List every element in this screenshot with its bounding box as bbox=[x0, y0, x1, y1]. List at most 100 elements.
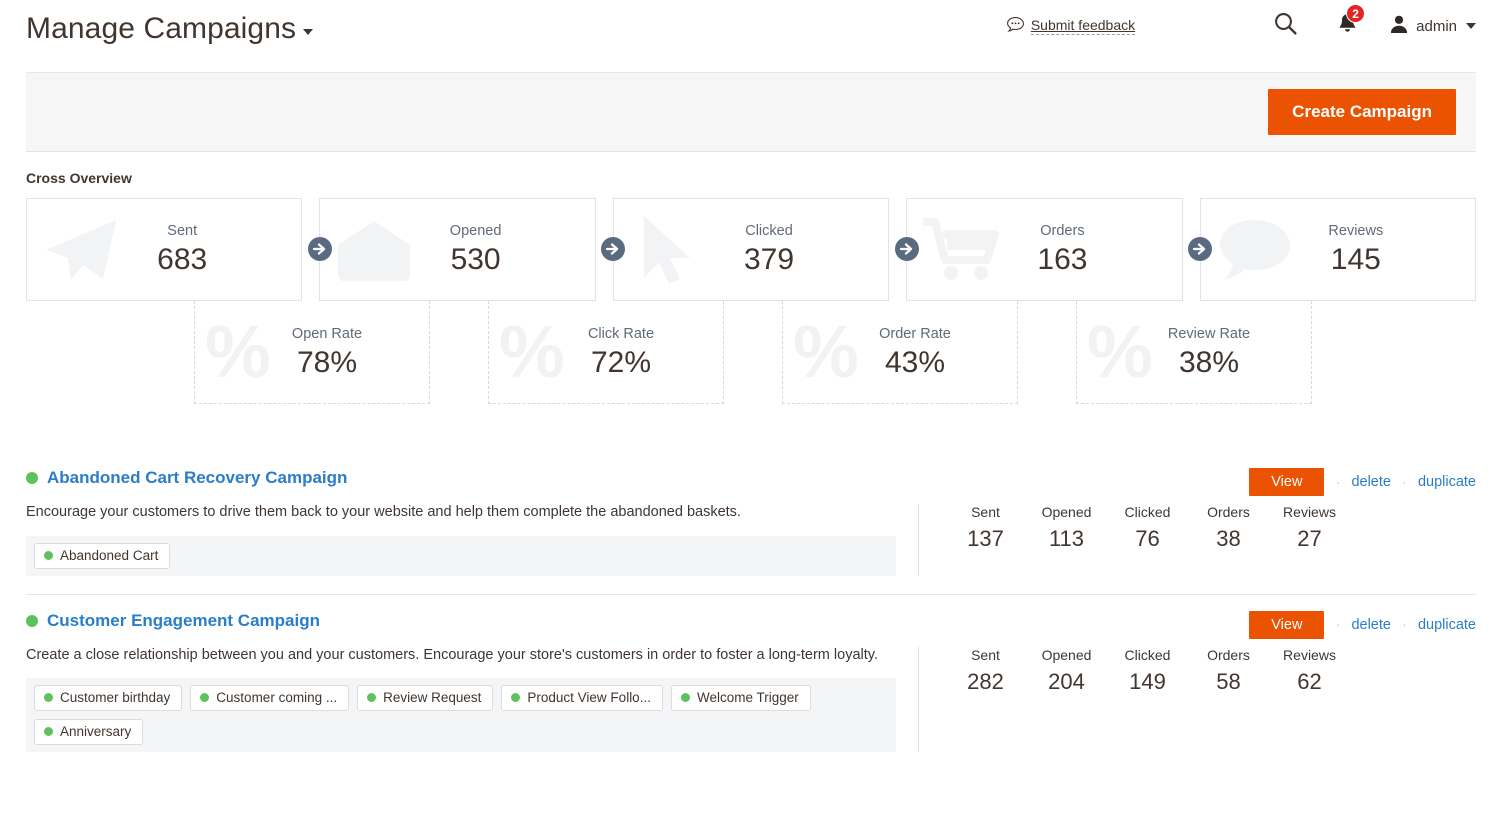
create-campaign-button[interactable]: Create Campaign bbox=[1268, 89, 1456, 135]
campaign-list: Abandoned Cart Recovery Campaign Encoura… bbox=[26, 468, 1476, 770]
event-chip[interactable]: Abandoned Cart bbox=[34, 542, 171, 569]
event-chip-label: Welcome Trigger bbox=[696, 690, 799, 706]
flow-arrow-icon bbox=[600, 236, 626, 262]
duplicate-link[interactable]: duplicate bbox=[1418, 617, 1476, 633]
metric-value: 137 bbox=[967, 526, 1004, 551]
campaign-events-strip: Abandoned Cart bbox=[26, 535, 896, 576]
rate-value: 78% bbox=[296, 345, 358, 379]
event-chip-label: Review Request bbox=[383, 690, 482, 706]
stat-card-reviews: Reviews 145 bbox=[1199, 198, 1477, 301]
stat-label: Clicked bbox=[745, 223, 793, 239]
stat-card-row: Sent 683 Opened 530 Clicked 379 Orders 1… bbox=[26, 198, 1477, 301]
campaign-row: Customer Engagement Campaign Create a cl… bbox=[26, 593, 1476, 771]
metric-value: 62 bbox=[1297, 668, 1322, 694]
notification-badge: 2 bbox=[1346, 4, 1366, 23]
flow-arrow-icon bbox=[307, 236, 333, 262]
metric-label: Clicked bbox=[1124, 504, 1171, 520]
event-chip-label: Abandoned Cart bbox=[60, 547, 159, 563]
event-chip-label: Customer coming ... bbox=[216, 690, 338, 706]
status-dot-icon bbox=[367, 693, 377, 703]
event-chip[interactable]: Product View Follo... bbox=[501, 685, 663, 712]
duplicate-link[interactable]: duplicate bbox=[1418, 474, 1476, 490]
metric-sent: Sent 137 bbox=[945, 504, 1026, 551]
view-button[interactable]: View bbox=[1249, 468, 1325, 496]
rate-value: 38% bbox=[1178, 345, 1240, 379]
metric-sent: Sent 282 bbox=[945, 647, 1026, 694]
rate-label: Click Rate bbox=[587, 325, 655, 342]
campaign-row-actions: View · delete · duplicate bbox=[1249, 610, 1476, 639]
page-actions-toolbar: Create Campaign bbox=[26, 72, 1476, 152]
campaign-metrics: Sent 282 Opened 204 Clicked 149 Orders 5… bbox=[945, 647, 1476, 694]
status-dot-icon bbox=[44, 693, 53, 703]
stat-value: 145 bbox=[1330, 243, 1381, 276]
rate-card-review-rate: % Review Rate 38% bbox=[1076, 301, 1312, 404]
stat-value: 379 bbox=[743, 243, 795, 276]
status-dot-icon bbox=[44, 550, 53, 560]
speech-bubble-icon bbox=[1006, 17, 1024, 35]
cross-overview-heading: Cross Overview bbox=[26, 170, 132, 186]
campaign-title-link[interactable]: Customer Engagement Campaign bbox=[47, 611, 320, 631]
action-separator: · bbox=[1335, 473, 1341, 491]
page-title: Manage Campaigns bbox=[26, 12, 297, 45]
event-chip[interactable]: Customer coming ... bbox=[190, 685, 350, 712]
page-title-group[interactable]: Manage Campaigns bbox=[26, 12, 314, 45]
submit-feedback-link[interactable]: Submit feedback bbox=[1006, 17, 1136, 35]
cross-overview-panel: Sent 683 Opened 530 Clicked 379 Orders 1… bbox=[26, 198, 1477, 408]
action-separator: · bbox=[1335, 616, 1341, 634]
user-icon bbox=[1389, 14, 1409, 38]
flow-arrow-icon bbox=[1187, 236, 1213, 262]
metric-value: 38 bbox=[1216, 526, 1241, 551]
event-chip[interactable]: Review Request bbox=[357, 685, 494, 712]
rate-card-open-rate: % Open Rate 78% bbox=[194, 301, 430, 404]
user-name-label: admin bbox=[1416, 17, 1457, 35]
status-dot-icon bbox=[511, 693, 521, 703]
campaign-events-strip: Customer birthday Customer coming ... Re… bbox=[26, 678, 896, 753]
metric-label: Opened bbox=[1041, 646, 1092, 663]
metric-reviews: Reviews 27 bbox=[1269, 504, 1350, 551]
status-dot-icon bbox=[44, 727, 53, 737]
envelope-icon bbox=[332, 214, 416, 286]
percent-icon: % bbox=[499, 310, 565, 393]
stat-label: Sent bbox=[167, 223, 198, 239]
rate-card-order-rate: % Order Rate 43% bbox=[782, 301, 1018, 404]
search-icon bbox=[1273, 11, 1298, 41]
stat-card-sent: Sent 683 bbox=[26, 198, 303, 301]
campaign-title-link[interactable]: Abandoned Cart Recovery Campaign bbox=[47, 468, 347, 488]
status-dot-icon bbox=[680, 693, 690, 703]
chevron-down-icon[interactable] bbox=[1466, 23, 1476, 29]
campaign-row: Abandoned Cart Recovery Campaign Encoura… bbox=[26, 468, 1476, 594]
stat-label: Reviews bbox=[1328, 223, 1384, 239]
event-chip[interactable]: Customer birthday bbox=[34, 685, 183, 712]
action-separator: · bbox=[1401, 473, 1407, 491]
rate-value: 43% bbox=[884, 345, 946, 379]
metric-label: Sent bbox=[971, 646, 1000, 663]
campaign-summary: View · delete · duplicate Sent 282 Opene… bbox=[918, 610, 1476, 753]
campaign-details: Customer Engagement Campaign Create a cl… bbox=[26, 611, 918, 753]
view-button[interactable]: View bbox=[1249, 610, 1325, 639]
delete-link[interactable]: delete bbox=[1351, 617, 1391, 633]
submit-feedback-label: Submit feedback bbox=[1030, 17, 1136, 35]
header-actions: Submit feedback 2 admin bbox=[1006, 4, 1476, 42]
stat-value: 530 bbox=[450, 243, 501, 276]
metric-value: 204 bbox=[1048, 668, 1085, 694]
paper-plane-icon bbox=[39, 214, 123, 286]
rate-label: Review Rate bbox=[1167, 325, 1251, 342]
search-button[interactable] bbox=[1265, 10, 1305, 42]
speech-bubble-icon bbox=[1213, 214, 1297, 286]
chevron-down-icon[interactable] bbox=[303, 29, 314, 35]
event-chip[interactable]: Welcome Trigger bbox=[670, 685, 811, 712]
campaign-details: Abandoned Cart Recovery Campaign Encoura… bbox=[26, 468, 918, 576]
metric-label: Reviews bbox=[1283, 504, 1336, 520]
user-menu[interactable]: admin bbox=[1389, 14, 1476, 38]
delete-link[interactable]: delete bbox=[1351, 474, 1391, 490]
flow-arrow-icon bbox=[894, 236, 920, 262]
metric-label: Sent bbox=[971, 504, 1000, 520]
event-chip-label: Customer birthday bbox=[60, 690, 171, 706]
event-chip[interactable]: Anniversary bbox=[34, 719, 144, 746]
rate-label: Order Rate bbox=[879, 325, 951, 342]
notifications-button[interactable]: 2 bbox=[1327, 4, 1367, 42]
status-dot-icon bbox=[200, 693, 210, 703]
metric-value: 76 bbox=[1135, 526, 1160, 551]
metric-value: 113 bbox=[1048, 526, 1085, 551]
campaign-row-actions: View · delete · duplicate bbox=[1249, 468, 1476, 496]
